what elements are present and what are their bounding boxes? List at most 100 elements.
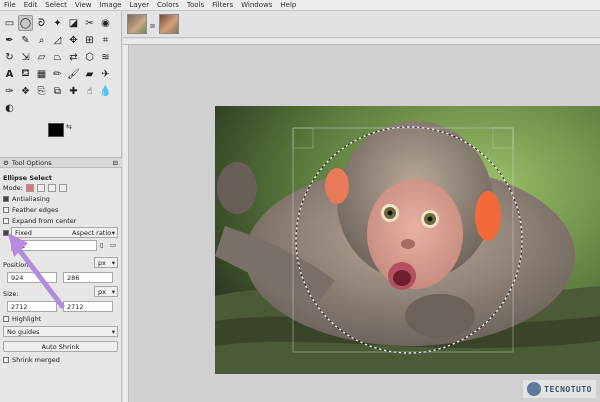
fixed-label: Fixed bbox=[15, 228, 32, 237]
expand-checkbox[interactable] bbox=[3, 218, 9, 224]
crop-tool-icon[interactable]: ⌗ bbox=[98, 32, 113, 48]
free-select-tool-icon[interactable]: ᘐ bbox=[34, 15, 49, 31]
shear-tool-icon[interactable]: ▱ bbox=[34, 49, 49, 65]
mypaint-tool-icon[interactable]: ❖ bbox=[18, 83, 33, 99]
paths-tool-icon[interactable]: ✒ bbox=[2, 32, 17, 48]
fixed-checkbox[interactable] bbox=[3, 230, 9, 236]
position-x-input[interactable]: 924 bbox=[7, 272, 57, 283]
shrink-merged-checkbox[interactable] bbox=[3, 357, 9, 363]
mode-subtract-icon[interactable] bbox=[47, 184, 56, 192]
menu-item-select[interactable]: Select bbox=[45, 0, 67, 11]
menu-item-edit[interactable]: Edit bbox=[24, 0, 38, 11]
tools-grid: ▭ ◯ ᘐ ✦ ◪ ✂ ◉ ✒ ✎ ⌕ ◿ ✥ ⊞ ⌗ ↻ ⇲ ▱ ⏢ ⇄ ⬡ … bbox=[2, 15, 120, 116]
heal-tool-icon[interactable]: ✚ bbox=[66, 83, 81, 99]
fuzzy-select-tool-icon[interactable]: ✦ bbox=[50, 15, 65, 31]
airbrush-tool-icon[interactable]: ✈ bbox=[98, 66, 113, 82]
toolbox-panel: ▭ ◯ ᘐ ✦ ◪ ✂ ◉ ✒ ✎ ⌕ ◿ ✥ ⊞ ⌗ ↻ ⇲ ▱ ⏢ ⇄ ⬡ … bbox=[0, 11, 122, 402]
monkey-photo bbox=[215, 106, 600, 374]
landscape-icon[interactable]: ▭ bbox=[110, 241, 116, 249]
tool-options-tab-icon[interactable]: ⚙ bbox=[3, 159, 9, 167]
highlight-checkbox[interactable] bbox=[3, 316, 9, 322]
foreground-select-tool-icon[interactable]: ◉ bbox=[98, 15, 113, 31]
antialiasing-checkbox[interactable] bbox=[3, 196, 9, 202]
menu-item-file[interactable]: File bbox=[4, 0, 16, 11]
menu-item-filters[interactable]: Filters bbox=[212, 0, 233, 11]
zoom-tool-icon[interactable]: ⌕ bbox=[34, 32, 49, 48]
swap-colors-icon[interactable]: ⇆ bbox=[66, 123, 72, 131]
warp-tool-icon[interactable]: ≋ bbox=[98, 49, 113, 65]
feather-row[interactable]: Feather edges bbox=[3, 206, 58, 214]
feather-checkbox[interactable] bbox=[3, 207, 9, 213]
align-tool-icon[interactable]: ⊞ bbox=[82, 32, 97, 48]
menu-item-tools[interactable]: Tools bbox=[187, 0, 204, 11]
mode-replace-icon[interactable] bbox=[25, 184, 34, 192]
guides-value: No guides bbox=[7, 327, 40, 336]
menu-item-view[interactable]: View bbox=[75, 0, 92, 11]
fixed-value: Aspect ratio bbox=[72, 228, 112, 237]
shrink-merged-row[interactable]: Shrink merged bbox=[3, 356, 60, 364]
image-tab-thumbnail[interactable] bbox=[127, 14, 147, 34]
size-height-input[interactable]: 2712 bbox=[63, 301, 113, 312]
scale-tool-icon[interactable]: ⇲ bbox=[18, 49, 33, 65]
clone-tool-icon[interactable]: ⎘ bbox=[34, 83, 49, 99]
mode-add-icon[interactable] bbox=[36, 184, 45, 192]
size-unit-dropdown[interactable]: px bbox=[94, 286, 118, 298]
image-tab-thumbnail-active[interactable] bbox=[159, 14, 179, 34]
paintbrush-tool-icon[interactable]: 🖌 bbox=[66, 66, 81, 82]
tool-options-tab-label[interactable]: Tool Options bbox=[12, 159, 52, 167]
rect-select-tool-icon[interactable]: ▭ bbox=[2, 15, 17, 31]
cage-tool-icon[interactable]: ⬡ bbox=[82, 49, 97, 65]
size-width-input[interactable]: 2712 bbox=[7, 301, 57, 312]
size-label: Size: bbox=[3, 290, 19, 298]
antialiasing-row[interactable]: Antialiasing bbox=[3, 195, 50, 203]
text-tool-icon[interactable]: A bbox=[2, 66, 17, 82]
menu-item-colors[interactable]: Colors bbox=[157, 0, 179, 11]
canvas-area[interactable]: TECNOTUTO bbox=[123, 39, 600, 402]
vertical-ruler[interactable] bbox=[123, 45, 129, 402]
ratio-input[interactable]: 1:1 bbox=[11, 240, 97, 251]
bucket-fill-tool-icon[interactable]: ⛾ bbox=[18, 66, 33, 82]
color-swatches[interactable]: ⇆ bbox=[46, 123, 76, 149]
guides-dropdown[interactable]: No guides bbox=[3, 326, 118, 338]
expand-row[interactable]: Expand from center bbox=[3, 217, 76, 225]
position-label: Position: bbox=[3, 261, 31, 269]
color-picker-tool-icon[interactable]: ✎ bbox=[18, 32, 33, 48]
foreground-color[interactable] bbox=[48, 123, 64, 137]
position-y-input[interactable]: 286 bbox=[63, 272, 113, 283]
menu-item-windows[interactable]: Windows bbox=[241, 0, 272, 11]
move-tool-icon[interactable]: ✥ bbox=[66, 32, 81, 48]
ink-tool-icon[interactable]: ✑ bbox=[2, 83, 17, 99]
portrait-icon[interactable]: ▯ bbox=[100, 241, 104, 249]
ellipse-select-tool-icon[interactable]: ◯ bbox=[18, 15, 33, 31]
highlight-label: Highlight bbox=[12, 315, 42, 323]
color-select-tool-icon[interactable]: ◪ bbox=[66, 15, 81, 31]
position-unit-dropdown[interactable]: px bbox=[94, 257, 118, 269]
mode-intersect-icon[interactable] bbox=[58, 184, 67, 192]
watermark: TECNOTUTO bbox=[523, 380, 596, 398]
highlight-row[interactable]: Highlight bbox=[3, 315, 41, 323]
eraser-tool-icon[interactable]: ▰ bbox=[82, 66, 97, 82]
scissors-tool-icon[interactable]: ✂ bbox=[82, 15, 97, 31]
canvas-image[interactable] bbox=[215, 106, 600, 374]
tool-options-tabbar: ⚙ Tool Options ⊟ bbox=[0, 157, 122, 168]
menu-bar: File Edit Select View Image Layer Colors Tools F… bbox=[0, 0, 600, 11]
tab-close-icon[interactable]: ⊠ bbox=[150, 23, 155, 30]
menu-item-layer[interactable]: Layer bbox=[129, 0, 149, 11]
measure-tool-icon[interactable]: ◿ bbox=[50, 32, 65, 48]
perspective-tool-icon[interactable]: ⏢ bbox=[50, 49, 65, 65]
dodge-burn-tool-icon[interactable]: ◐ bbox=[2, 100, 17, 116]
tab-menu-icon[interactable]: ⊟ bbox=[113, 159, 118, 167]
mode-row: Mode: bbox=[3, 184, 67, 192]
pencil-tool-icon[interactable]: ✏ bbox=[50, 66, 65, 82]
blur-tool-icon[interactable]: 💧 bbox=[98, 83, 113, 99]
menu-item-image[interactable]: Image bbox=[100, 0, 122, 11]
smudge-tool-icon[interactable]: ☝ bbox=[82, 83, 97, 99]
blend-tool-icon[interactable]: ▦ bbox=[34, 66, 49, 82]
menu-item-help[interactable]: Help bbox=[280, 0, 296, 11]
perspective-clone-tool-icon[interactable]: ⧉ bbox=[50, 83, 65, 99]
fixed-dropdown[interactable]: Fixed Aspect ratio bbox=[11, 227, 118, 239]
rotate-tool-icon[interactable]: ↻ bbox=[2, 49, 17, 65]
auto-shrink-button[interactable]: Auto Shrink bbox=[3, 341, 118, 352]
flip-tool-icon[interactable]: ⇄ bbox=[66, 49, 81, 65]
horizontal-ruler[interactable] bbox=[123, 39, 600, 45]
